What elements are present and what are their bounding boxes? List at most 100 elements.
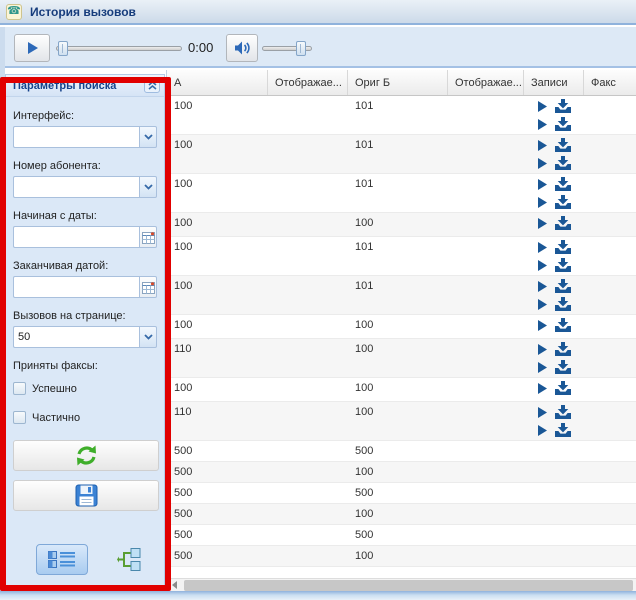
table-row[interactable]: 500500 [167, 483, 636, 504]
playback-time: 0:00 [188, 40, 213, 55]
download-record-button[interactable] [555, 177, 571, 191]
play-record-button[interactable] [537, 197, 547, 208]
checkbox-success[interactable]: Успешно [13, 382, 157, 395]
play-record-button[interactable] [537, 140, 547, 151]
column-header[interactable]: Ориг Б [348, 70, 448, 95]
date-to-input[interactable] [13, 276, 139, 298]
play-record-button[interactable] [537, 344, 547, 355]
table-row[interactable]: 500100 [167, 462, 636, 483]
cell-a: 500 [167, 546, 268, 566]
calendar-trigger-button[interactable] [139, 276, 157, 298]
refresh-button[interactable] [13, 440, 159, 471]
table-row[interactable]: 500100 [167, 504, 636, 525]
volume-button[interactable] [226, 34, 258, 62]
cell-a: 500 [167, 462, 268, 482]
table-row[interactable]: 100100 [167, 378, 636, 402]
play-record-button[interactable] [537, 299, 547, 310]
column-header[interactable]: Отображае... [268, 70, 348, 95]
column-header[interactable]: Отображае... [448, 70, 524, 95]
column-header[interactable]: Факс [584, 70, 636, 95]
dropdown-trigger-button[interactable] [139, 326, 157, 348]
play-record-button[interactable] [537, 362, 547, 373]
volume-slider[interactable] [262, 41, 312, 56]
table-row[interactable]: 100101 [167, 276, 636, 315]
cell-display_a [268, 441, 348, 461]
table-row[interactable]: 100101 [167, 237, 636, 276]
checkbox-icon[interactable] [13, 411, 26, 424]
play-icon [537, 119, 547, 130]
table-row[interactable]: 500500 [167, 525, 636, 546]
download-record-button[interactable] [555, 195, 571, 209]
checkbox-icon[interactable] [13, 382, 26, 395]
seek-thumb[interactable] [58, 41, 68, 56]
play-record-button[interactable] [537, 158, 547, 169]
cell-display_b [448, 174, 524, 212]
download-record-button[interactable] [555, 240, 571, 254]
download-record-button[interactable] [555, 216, 571, 230]
play-record-button[interactable] [537, 242, 547, 253]
table-row[interactable]: 100101 [167, 135, 636, 174]
table-row[interactable]: 110100 [167, 339, 636, 378]
table-row[interactable]: 100100 [167, 315, 636, 339]
seek-slider[interactable] [56, 41, 182, 56]
download-record-button[interactable] [555, 405, 571, 419]
download-record-button[interactable] [555, 117, 571, 131]
checkbox-partial[interactable]: Частично [13, 411, 157, 424]
play-record-button[interactable] [537, 101, 547, 112]
subscriber-input[interactable] [13, 176, 139, 198]
play-record-button[interactable] [537, 260, 547, 271]
record-entry [524, 193, 584, 211]
play-icon [537, 281, 547, 292]
interface-input[interactable] [13, 126, 139, 148]
column-header[interactable]: А [167, 70, 268, 95]
list-view-button[interactable] [36, 544, 88, 575]
search-parameters-panel: Параметры поиска Интерфейс:Номер абонент… [5, 74, 165, 586]
column-header[interactable]: Записи [524, 70, 584, 95]
tree-view-button[interactable] [112, 544, 146, 575]
download-record-button[interactable] [555, 381, 571, 395]
calls-per-page-input[interactable] [13, 326, 139, 348]
table-row[interactable]: 500500 [167, 441, 636, 462]
play-record-button[interactable] [537, 281, 547, 292]
save-button[interactable] [13, 480, 159, 511]
download-record-button[interactable] [555, 318, 571, 332]
play-record-button[interactable] [537, 383, 547, 394]
horizontal-scrollbar[interactable] [167, 578, 636, 591]
cell-display_a [268, 315, 348, 338]
scrollbar-thumb[interactable] [184, 580, 633, 591]
play-record-button[interactable] [537, 179, 547, 190]
download-record-button[interactable] [555, 258, 571, 272]
table-row[interactable]: 100101 [167, 174, 636, 213]
dropdown-trigger-button[interactable] [139, 176, 157, 198]
collapse-panel-button[interactable] [144, 78, 160, 93]
call-history-table: АОтображае...Ориг БОтображае...ЗаписиФак… [166, 70, 636, 591]
download-record-button[interactable] [555, 297, 571, 311]
fax-group-label: Приняты факсы: [13, 360, 157, 372]
dropdown-trigger-button[interactable] [139, 126, 157, 148]
play-record-button[interactable] [537, 218, 547, 229]
play-record-button[interactable] [537, 425, 547, 436]
table-row[interactable]: 110100 [167, 402, 636, 441]
cell-display_b [448, 315, 524, 338]
download-record-button[interactable] [555, 360, 571, 374]
download-record-button[interactable] [555, 138, 571, 152]
date-from-input[interactable] [13, 226, 139, 248]
calendar-trigger-button[interactable] [139, 226, 157, 248]
download-record-button[interactable] [555, 99, 571, 113]
scroll-left-arrow-icon[interactable] [167, 579, 182, 591]
play-record-button[interactable] [537, 407, 547, 418]
field-date-from: Начиная с даты: [13, 210, 157, 248]
table-row[interactable]: 500100 [167, 546, 636, 567]
record-entry [524, 421, 584, 439]
play-record-button[interactable] [537, 119, 547, 130]
volume-thumb[interactable] [296, 41, 306, 56]
play-button[interactable] [14, 34, 50, 62]
download-record-button[interactable] [555, 156, 571, 170]
download-record-button[interactable] [555, 423, 571, 437]
download-record-button[interactable] [555, 342, 571, 356]
table-row[interactable]: 100101 [167, 96, 636, 135]
table-row[interactable]: 100100 [167, 213, 636, 237]
play-record-button[interactable] [537, 320, 547, 331]
cell-a: 500 [167, 504, 268, 524]
download-record-button[interactable] [555, 279, 571, 293]
